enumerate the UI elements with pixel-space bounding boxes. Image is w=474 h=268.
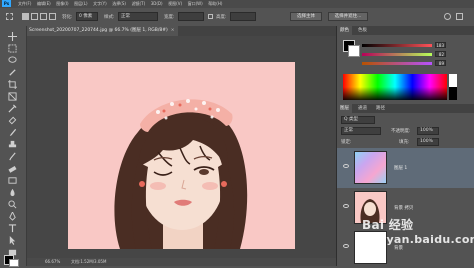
baidu-watermark: Bai 经验 jingyan.baidu.com — [362, 216, 474, 246]
visibility-eye-icon[interactable] — [343, 244, 349, 248]
quick-select-tool-icon[interactable] — [8, 68, 17, 77]
marquee-tool-icon[interactable] — [6, 13, 13, 20]
menu-file[interactable]: 文件(F) — [18, 1, 31, 7]
color-panel-background-swatch[interactable] — [348, 45, 360, 57]
tab-channels[interactable]: 通道 — [355, 104, 370, 113]
stamp-tool-icon[interactable] — [8, 140, 17, 149]
fill-label: 填充: — [399, 140, 410, 145]
spectrum-white[interactable] — [449, 74, 457, 87]
blue-value[interactable]: 89 — [435, 60, 446, 66]
green-slider[interactable] — [362, 53, 432, 56]
opacity-label: 不透明度: — [391, 129, 411, 134]
width-label: 宽度: — [164, 15, 175, 20]
green-value[interactable]: 82 — [435, 51, 446, 57]
visibility-eye-icon[interactable] — [343, 204, 349, 208]
crop-tool-icon[interactable] — [8, 80, 17, 89]
portrait-illustration — [114, 99, 248, 249]
menu-image[interactable]: 图像(I) — [56, 1, 68, 7]
feather-label: 羽化: — [62, 15, 73, 20]
red-value[interactable]: 183 — [435, 42, 446, 48]
blur-tool-icon[interactable] — [8, 188, 17, 197]
width-input[interactable] — [178, 12, 204, 21]
zoom-readout[interactable]: 66.67% — [45, 259, 60, 264]
watermark-brand: Bai 经验 — [362, 218, 414, 232]
eyedropper-tool-icon[interactable] — [8, 104, 17, 113]
type-tool-icon[interactable] — [8, 224, 17, 233]
style-label: 样式: — [104, 15, 115, 20]
menu-bar: Ps 文件(F) 编辑(E) 图像(I) 图层(L) 文字(Y) 选择(S) 滤… — [0, 0, 474, 8]
new-selection-icon[interactable] — [22, 13, 29, 20]
blue-slider[interactable] — [362, 62, 432, 65]
close-icon[interactable]: × — [171, 28, 175, 33]
lock-label: 锁定: — [341, 140, 352, 145]
layers-panel-tabs: 图层 通道 路径 — [337, 104, 474, 113]
swap-icon[interactable] — [208, 14, 213, 19]
menu-3d[interactable]: 3D(D) — [151, 1, 163, 6]
color-spectrum[interactable] — [343, 74, 447, 100]
document-info: 文档:1.52M/3.05M — [71, 259, 107, 264]
workspace-icon[interactable] — [456, 13, 463, 20]
feather-input[interactable]: 0 像素 — [76, 12, 98, 21]
style-select[interactable]: 正常 — [118, 12, 158, 21]
tab-color[interactable]: 颜色 — [337, 26, 352, 35]
menu-select[interactable]: 选择(S) — [112, 1, 126, 7]
photoshop-logo: Ps — [2, 0, 11, 7]
height-label: 高度: — [216, 15, 227, 20]
select-subject-button[interactable]: 选择主体 — [290, 12, 322, 21]
menu-help[interactable]: 帮助(H) — [208, 1, 222, 7]
search-icon[interactable] — [444, 13, 451, 20]
subtract-selection-icon[interactable] — [40, 13, 47, 20]
menu-window[interactable]: 窗口(W) — [188, 1, 203, 7]
layer-name[interactable]: 背景 拷贝 — [394, 205, 413, 211]
tools-panel — [0, 26, 27, 267]
menu-items: 文件(F) 编辑(E) 图像(I) 图层(L) 文字(Y) 选择(S) 滤镜(T… — [18, 1, 226, 7]
tab-layers[interactable]: 图层 — [337, 104, 352, 113]
lasso-tool-icon[interactable] — [8, 56, 17, 65]
move-tool-icon[interactable] — [8, 32, 17, 41]
menu-edit[interactable]: 编辑(E) — [37, 1, 51, 7]
gradient-tool-icon[interactable] — [8, 176, 17, 185]
opacity-input[interactable]: 100% — [417, 127, 439, 135]
visibility-eye-icon[interactable] — [343, 164, 349, 168]
color-panel-tabs: 颜色 色板 — [337, 26, 474, 35]
options-bar: 羽化: 0 像素 样式: 正常 宽度: 高度: 选择主体 选择并遮住... — [0, 8, 474, 27]
dodge-tool-icon[interactable] — [8, 200, 17, 209]
status-bar: 66.67% 文档:1.52M/3.05M — [27, 258, 336, 266]
document-tab[interactable]: Screenshot_20200707_220744.jpg @ 66.7% (… — [26, 26, 178, 36]
history-brush-tool-icon[interactable] — [8, 152, 17, 161]
document-tab-bar: Screenshot_20200707_220744.jpg @ 66.7% (… — [26, 26, 336, 36]
select-and-mask-button[interactable]: 选择并遮住... — [328, 12, 368, 21]
tab-paths[interactable]: 路径 — [373, 104, 388, 113]
fill-input[interactable]: 100% — [417, 138, 439, 146]
red-slider[interactable] — [362, 44, 432, 47]
marquee-tool-icon[interactable] — [8, 44, 17, 53]
pen-tool-icon[interactable] — [8, 212, 17, 221]
layer-name[interactable]: 图层 1 — [394, 165, 407, 171]
layer-row[interactable]: 图层 1 — [337, 148, 474, 188]
layer-kind-filter[interactable]: Q 类型 — [341, 116, 375, 124]
menu-type[interactable]: 文字(Y) — [93, 1, 107, 7]
layer-thumbnail — [354, 151, 387, 184]
healing-brush-tool-icon[interactable] — [8, 116, 17, 125]
document-title: Screenshot_20200707_220744.jpg @ 66.7% (… — [29, 28, 168, 33]
menu-view[interactable]: 视图(V) — [168, 1, 182, 7]
add-selection-icon[interactable] — [31, 13, 38, 20]
spectrum-black[interactable] — [449, 87, 457, 100]
brush-tool-icon[interactable] — [8, 128, 17, 137]
tab-swatches[interactable]: 色板 — [355, 26, 370, 35]
path-select-tool-icon[interactable] — [8, 236, 17, 245]
menu-filter[interactable]: 滤镜(T) — [132, 1, 146, 7]
intersect-selection-icon[interactable] — [49, 13, 56, 20]
frame-tool-icon[interactable] — [8, 92, 17, 101]
height-input[interactable] — [230, 12, 256, 21]
watermark-url: jingyan.baidu.com — [362, 233, 474, 246]
image-canvas[interactable] — [68, 62, 295, 249]
eraser-tool-icon[interactable] — [8, 164, 17, 173]
blend-mode-select[interactable]: 正常 — [341, 127, 381, 135]
menu-layer[interactable]: 图层(L) — [74, 1, 87, 7]
